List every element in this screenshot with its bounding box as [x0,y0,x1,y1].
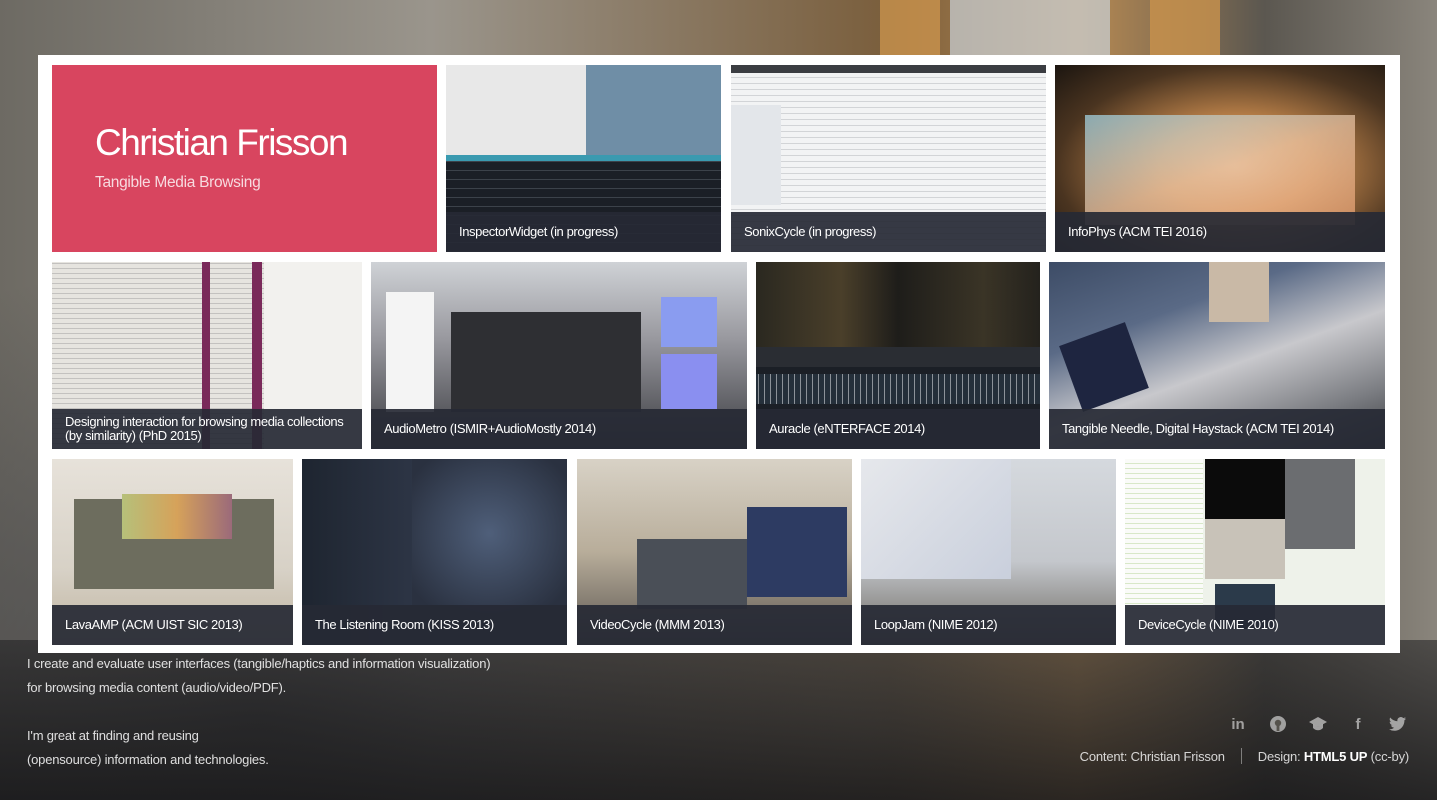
project-caption: Tangible Needle, Digital Haystack (ACM T… [1049,409,1385,449]
footer: Content: Christian Frisson Design: HTML5… [1080,748,1409,764]
bio-line: for browsing media content (audio/video/… [27,680,287,695]
site-title: Christian Frisson [95,122,349,163]
footer-divider [1240,748,1242,764]
project-caption: AudioMetro (ISMIR+AudioMostly 2014) [371,409,747,449]
bio-line: (opensource) information and technologie… [27,752,269,767]
twitter-icon[interactable] [1387,713,1409,735]
bio-line: I create and evaluate user interfaces (t… [27,656,491,671]
project-caption: DeviceCycle (NIME 2010) [1125,605,1385,645]
project-tile-lavaamp[interactable]: LavaAMP (ACM UIST SIC 2013) [52,459,293,645]
bio-text: I create and evaluate user interfaces (t… [27,652,491,772]
project-caption: InspectorWidget (in progress) [446,212,721,252]
project-caption: InfoPhys (ACM TEI 2016) [1055,212,1385,252]
bio-line: I'm great at finding and reusing [27,728,199,743]
project-caption: LoopJam (NIME 2012) [861,605,1116,645]
facebook-icon[interactable]: f [1347,713,1369,735]
project-tile-tangible-needle[interactable]: Tangible Needle, Digital Haystack (ACM T… [1049,262,1385,449]
project-tile-audiometro[interactable]: AudioMetro (ISMIR+AudioMostly 2014) [371,262,747,449]
background-beam [880,0,940,60]
project-tile-sonixcycle[interactable]: SonixCycle (in progress) [731,65,1046,252]
project-caption: Designing interaction for browsing media… [52,409,362,449]
project-tile-auracle[interactable]: Auracle (eNTERFACE 2014) [756,262,1040,449]
project-tile-devicecycle[interactable]: DeviceCycle (NIME 2010) [1125,459,1385,645]
project-tile-videocycle[interactable]: VideoCycle (MMM 2013) [577,459,852,645]
background-window [950,0,1110,58]
graduation-cap-icon[interactable] [1307,713,1329,735]
project-caption: The Listening Room (KISS 2013) [302,605,567,645]
project-tile-listening-room[interactable]: The Listening Room (KISS 2013) [302,459,567,645]
background-beam [1150,0,1220,60]
project-tile-infophys[interactable]: InfoPhys (ACM TEI 2016) [1055,65,1385,252]
project-tile-phd[interactable]: Designing interaction for browsing media… [52,262,362,449]
html5up-link[interactable]: HTML5 UP [1304,749,1368,764]
github-icon[interactable] [1267,713,1289,735]
intro-banner: Christian Frisson Tangible Media Browsin… [52,65,437,252]
project-tile-inspectorwidget[interactable]: InspectorWidget (in progress) [446,65,721,252]
footer-design-credit: Design: HTML5 UP (cc-by) [1257,748,1409,764]
social-links: in f [1227,713,1409,735]
site-tagline: Tangible Media Browsing [95,174,261,191]
project-caption: SonixCycle (in progress) [731,212,1046,252]
project-caption: LavaAMP (ACM UIST SIC 2013) [52,605,293,645]
project-tile-loopjam[interactable]: LoopJam (NIME 2012) [861,459,1116,645]
footer-content-credit: Content: Christian Frisson [1079,748,1225,764]
project-caption: Auracle (eNTERFACE 2014) [756,409,1040,449]
linkedin-icon[interactable]: in [1227,713,1249,735]
project-caption: VideoCycle (MMM 2013) [577,605,852,645]
